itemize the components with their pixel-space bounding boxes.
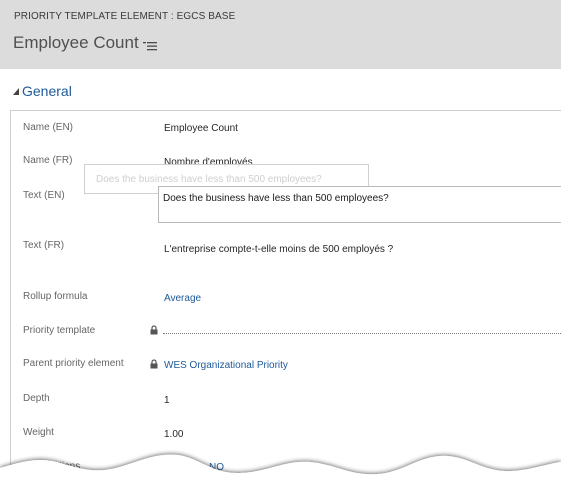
field-value-name-en[interactable]: Employee Count: [164, 123, 238, 134]
section-title-general[interactable]: General: [22, 83, 72, 99]
text-en-input[interactable]: Does the business have less than 500 emp…: [158, 186, 561, 223]
collapse-triangle-icon[interactable]: [13, 88, 20, 96]
torn-edge: [0, 454, 561, 486]
form-header: PRIORITY TEMPLATE ELEMENT : EGCS BASE Em…: [0, 0, 561, 69]
field-label-name-fr: Name (FR): [23, 155, 73, 166]
field-label-depth: Depth: [23, 393, 50, 404]
field-label-weight: Weight: [23, 427, 54, 438]
field-label-name-en: Name (EN): [23, 122, 74, 133]
field-value-weight[interactable]: 1.00: [164, 429, 183, 440]
record-title: Employee Count: [13, 33, 139, 52]
field-label-priority-template: Priority template: [23, 325, 96, 336]
field-label-rollup-formula: Rollup formula: [23, 291, 88, 302]
list-menu-icon[interactable]: [143, 41, 157, 51]
lock-icon: [150, 325, 158, 335]
field-value-parent-priority-element[interactable]: WES Organizational Priority: [164, 360, 288, 371]
entity-type-label: PRIORITY TEMPLATE ELEMENT : EGCS BASE: [14, 11, 236, 22]
tooltip-text: Does the business have less than 500 emp…: [96, 174, 322, 185]
field-value-rollup-formula[interactable]: Average: [164, 293, 201, 304]
field-label-text-fr: Text (FR): [23, 240, 65, 251]
field-value-depth[interactable]: 1: [164, 395, 170, 406]
lock-icon: [150, 359, 158, 369]
field-label-text-en: Text (EN): [23, 190, 65, 201]
field-value-text-fr[interactable]: L'entreprise compte-t-elle moins de 500 …: [164, 244, 393, 255]
field-label-parent-priority-element: Parent priority element: [23, 358, 124, 369]
text-en-input-value: Does the business have less than 500 emp…: [163, 193, 389, 204]
priority-template-lookup[interactable]: [163, 333, 561, 334]
